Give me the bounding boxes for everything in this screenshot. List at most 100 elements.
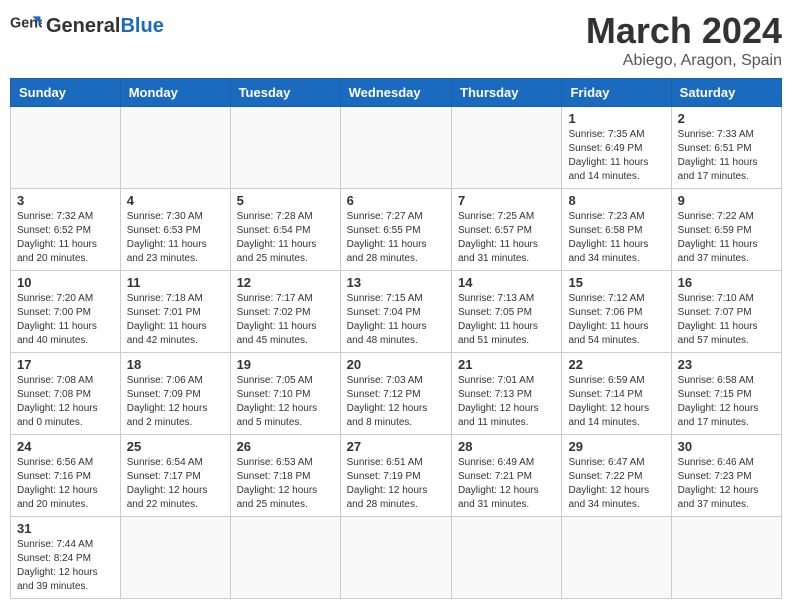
day-number: 30 <box>678 439 775 454</box>
calendar-week-row: 31Sunrise: 7:44 AM Sunset: 8:24 PM Dayli… <box>11 517 782 599</box>
day-number: 11 <box>127 275 224 290</box>
day-info: Sunrise: 6:58 AM Sunset: 7:15 PM Dayligh… <box>678 374 775 430</box>
calendar-cell <box>452 517 562 599</box>
day-info: Sunrise: 7:15 AM Sunset: 7:04 PM Dayligh… <box>347 292 445 348</box>
calendar-cell: 29 Sunrise: 6:47 AM Sunset: 7:22 PM Dayli… <box>562 435 671 517</box>
day-info: Sunrise: 7:13 AM Sunset: 7:05 PM Dayligh… <box>458 292 555 348</box>
calendar-cell: 19Sunrise: 7:05 AM Sunset: 7:10 PM Dayli… <box>230 353 340 435</box>
calendar-cell: 3 Sunrise: 7:32 AM Sunset: 6:52 PM Daylig… <box>11 189 121 271</box>
calendar-cell: 26 Sunrise: 6:53 AM Sunset: 7:18 PM Dayli… <box>230 435 340 517</box>
column-header-friday: Friday <box>562 79 671 107</box>
day-number: 4 <box>127 193 224 208</box>
day-info: Sunrise: 7:23 AM Sunset: 6:58 PM Dayligh… <box>568 210 664 266</box>
day-number: 3 <box>17 193 114 208</box>
day-number: 24 <box>17 439 114 454</box>
day-info: Sunrise: 7:01 AM Sunset: 7:13 PM Dayligh… <box>458 374 555 430</box>
calendar-cell: 31Sunrise: 7:44 AM Sunset: 8:24 PM Dayli… <box>11 517 121 599</box>
calendar-cell: 13Sunrise: 7:15 AM Sunset: 7:04 PM Dayli… <box>340 271 451 353</box>
day-number: 20 <box>347 357 445 372</box>
calendar-cell: 7 Sunrise: 7:25 AM Sunset: 6:57 PM Daylig… <box>452 189 562 271</box>
day-info: Sunrise: 7:06 AM Sunset: 7:09 PM Dayligh… <box>127 374 224 430</box>
day-number: 7 <box>458 193 555 208</box>
day-info: Sunrise: 7:30 AM Sunset: 6:53 PM Dayligh… <box>127 210 224 266</box>
day-number: 14 <box>458 275 555 290</box>
calendar-cell: 25 Sunrise: 6:54 AM Sunset: 7:17 PM Dayli… <box>120 435 230 517</box>
calendar-cell <box>452 107 562 189</box>
calendar-cell: 8 Sunrise: 7:23 AM Sunset: 6:58 PM Daylig… <box>562 189 671 271</box>
calendar-week-row: 3 Sunrise: 7:32 AM Sunset: 6:52 PM Daylig… <box>11 189 782 271</box>
calendar-cell <box>120 107 230 189</box>
location-title: Abiego, Aragon, Spain <box>586 52 782 70</box>
column-header-thursday: Thursday <box>452 79 562 107</box>
day-info: Sunrise: 7:32 AM Sunset: 6:52 PM Dayligh… <box>17 210 114 266</box>
day-info: Sunrise: 7:25 AM Sunset: 6:57 PM Dayligh… <box>458 210 555 266</box>
calendar-cell: 16Sunrise: 7:10 AM Sunset: 7:07 PM Dayli… <box>671 271 781 353</box>
day-number: 29 <box>568 439 664 454</box>
day-info: Sunrise: 7:44 AM Sunset: 8:24 PM Dayligh… <box>17 538 114 594</box>
column-header-saturday: Saturday <box>671 79 781 107</box>
calendar-cell: 21 Sunrise: 7:01 AM Sunset: 7:13 PM Dayli… <box>452 353 562 435</box>
day-info: Sunrise: 6:47 AM Sunset: 7:22 PM Dayligh… <box>568 456 664 512</box>
calendar-cell: 15 Sunrise: 7:12 AM Sunset: 7:06 PM Dayli… <box>562 271 671 353</box>
calendar-cell: 5Sunrise: 7:28 AM Sunset: 6:54 PM Daylig… <box>230 189 340 271</box>
day-number: 21 <box>458 357 555 372</box>
column-header-tuesday: Tuesday <box>230 79 340 107</box>
day-info: Sunrise: 7:22 AM Sunset: 6:59 PM Dayligh… <box>678 210 775 266</box>
day-number: 15 <box>568 275 664 290</box>
day-info: Sunrise: 7:20 AM Sunset: 7:00 PM Dayligh… <box>17 292 114 348</box>
day-number: 18 <box>127 357 224 372</box>
day-number: 16 <box>678 275 775 290</box>
calendar-cell <box>230 107 340 189</box>
day-info: Sunrise: 6:49 AM Sunset: 7:21 PM Dayligh… <box>458 456 555 512</box>
day-info: Sunrise: 6:46 AM Sunset: 7:23 PM Dayligh… <box>678 456 775 512</box>
day-info: Sunrise: 7:12 AM Sunset: 7:06 PM Dayligh… <box>568 292 664 348</box>
day-number: 10 <box>17 275 114 290</box>
day-info: Sunrise: 6:54 AM Sunset: 7:17 PM Dayligh… <box>127 456 224 512</box>
day-number: 2 <box>678 111 775 126</box>
day-number: 19 <box>237 357 334 372</box>
calendar-cell <box>562 517 671 599</box>
day-number: 22 <box>568 357 664 372</box>
day-number: 26 <box>237 439 334 454</box>
calendar-cell: 10 Sunrise: 7:20 AM Sunset: 7:00 PM Dayli… <box>11 271 121 353</box>
calendar-cell: 24 Sunrise: 6:56 AM Sunset: 7:16 PM Dayli… <box>11 435 121 517</box>
calendar-cell: 18 Sunrise: 7:06 AM Sunset: 7:09 PM Dayli… <box>120 353 230 435</box>
page-header: General GeneralBlue March 2024 Abiego, A… <box>10 10 782 70</box>
calendar-table: SundayMondayTuesdayWednesdayThursdayFrid… <box>10 78 782 599</box>
day-number: 9 <box>678 193 775 208</box>
calendar-cell <box>340 107 451 189</box>
day-info: Sunrise: 6:53 AM Sunset: 7:18 PM Dayligh… <box>237 456 334 512</box>
calendar-cell: 20 Sunrise: 7:03 AM Sunset: 7:12 PM Dayli… <box>340 353 451 435</box>
calendar-cell <box>340 517 451 599</box>
day-info: Sunrise: 7:08 AM Sunset: 7:08 PM Dayligh… <box>17 374 114 430</box>
day-number: 17 <box>17 357 114 372</box>
day-info: Sunrise: 6:56 AM Sunset: 7:16 PM Dayligh… <box>17 456 114 512</box>
calendar-cell: 30 Sunrise: 6:46 AM Sunset: 7:23 PM Dayli… <box>671 435 781 517</box>
day-number: 5 <box>237 193 334 208</box>
calendar-cell: 27Sunrise: 6:51 AM Sunset: 7:19 PM Dayli… <box>340 435 451 517</box>
month-title: March 2024 <box>586 10 782 52</box>
logo-icon: General <box>10 10 42 42</box>
day-number: 28 <box>458 439 555 454</box>
calendar-cell <box>120 517 230 599</box>
day-number: 23 <box>678 357 775 372</box>
day-info: Sunrise: 7:35 AM Sunset: 6:49 PM Dayligh… <box>568 128 664 184</box>
calendar-cell <box>11 107 121 189</box>
logo-blue-text: Blue <box>120 15 163 37</box>
calendar-cell: 23 Sunrise: 6:58 AM Sunset: 7:15 PM Dayli… <box>671 353 781 435</box>
day-info: Sunrise: 7:03 AM Sunset: 7:12 PM Dayligh… <box>347 374 445 430</box>
day-info: Sunrise: 7:18 AM Sunset: 7:01 PM Dayligh… <box>127 292 224 348</box>
day-info: Sunrise: 7:27 AM Sunset: 6:55 PM Dayligh… <box>347 210 445 266</box>
calendar-cell: 9 Sunrise: 7:22 AM Sunset: 6:59 PM Daylig… <box>671 189 781 271</box>
column-header-wednesday: Wednesday <box>340 79 451 107</box>
calendar-week-row: 24 Sunrise: 6:56 AM Sunset: 7:16 PM Dayli… <box>11 435 782 517</box>
day-number: 25 <box>127 439 224 454</box>
day-number: 8 <box>568 193 664 208</box>
calendar-cell: 2Sunrise: 7:33 AM Sunset: 6:51 PM Daylig… <box>671 107 781 189</box>
calendar-week-row: 10 Sunrise: 7:20 AM Sunset: 7:00 PM Dayli… <box>11 271 782 353</box>
day-info: Sunrise: 6:51 AM Sunset: 7:19 PM Dayligh… <box>347 456 445 512</box>
calendar-cell: 4 Sunrise: 7:30 AM Sunset: 6:53 PM Daylig… <box>120 189 230 271</box>
day-number: 12 <box>237 275 334 290</box>
calendar-cell: 12Sunrise: 7:17 AM Sunset: 7:02 PM Dayli… <box>230 271 340 353</box>
calendar-cell: 17 Sunrise: 7:08 AM Sunset: 7:08 PM Dayli… <box>11 353 121 435</box>
